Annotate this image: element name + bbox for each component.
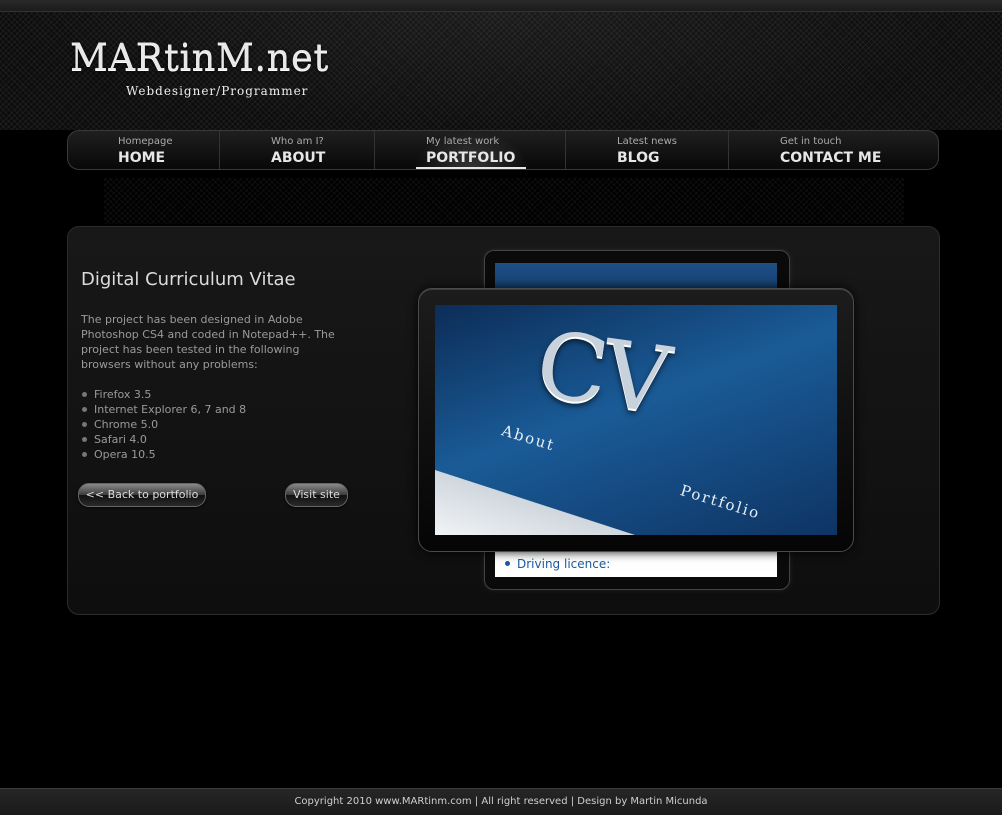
preview-cv-logo: CV — [530, 310, 673, 435]
preview-about-label: About — [499, 421, 558, 455]
nav-item-contact-caption: Get in touch — [780, 136, 842, 147]
nav-item-about-label: ABOUT — [271, 150, 326, 166]
preview-device-front[interactable]: CV About Portfolio — [418, 288, 854, 552]
nav-item-portfolio[interactable]: My latest work PORTFOLIO — [375, 131, 565, 169]
nav-item-blog[interactable]: Latest news BLOG — [566, 131, 728, 169]
nav-item-portfolio-label: PORTFOLIO — [426, 150, 516, 166]
main-nav: Homepage HOME Who am I? ABOUT My latest … — [67, 130, 939, 170]
site-logo[interactable]: MARtinM.net Webdesigner/Programmer — [70, 36, 329, 99]
footer-text: Copyright 2010 www.MARtinm.com | All rig… — [294, 796, 708, 807]
nav-item-contact[interactable]: Get in touch CONTACT ME — [729, 131, 938, 169]
browser-list: Firefox 3.5 Internet Explorer 6, 7 and 8… — [81, 387, 246, 462]
nav-item-about[interactable]: Who am I? ABOUT — [220, 131, 374, 169]
list-item: Firefox 3.5 — [81, 387, 246, 402]
preview-portfolio-label: Portfolio — [678, 481, 763, 523]
top-strip — [0, 0, 1002, 12]
back-to-portfolio-button[interactable]: << Back to portfolio — [78, 483, 206, 507]
decorative-band — [104, 178, 904, 224]
visit-site-button[interactable]: Visit site — [285, 483, 348, 507]
footer: Copyright 2010 www.MARtinm.com | All rig… — [0, 788, 1002, 815]
nav-item-home-label: HOME — [118, 150, 166, 166]
list-item: Internet Explorer 6, 7 and 8 — [81, 402, 246, 417]
list-item: Chrome 5.0 — [81, 417, 246, 432]
nav-active-underline — [416, 167, 526, 169]
preview-screen: CV About Portfolio — [435, 305, 837, 535]
preview-screen-page — [435, 470, 837, 535]
nav-item-portfolio-caption: My latest work — [426, 136, 500, 147]
nav-item-home[interactable]: Homepage HOME — [68, 131, 219, 169]
header: MARtinM.net Webdesigner/Programmer — [0, 12, 1002, 130]
bullet-icon — [505, 561, 510, 566]
project-title: Digital Curriculum Vitae — [81, 269, 296, 290]
nav-item-blog-caption: Latest news — [617, 136, 677, 147]
logo-subtitle: Webdesigner/Programmer — [126, 84, 309, 98]
nav-item-about-caption: Who am I? — [271, 136, 324, 147]
list-item: Safari 4.0 — [81, 432, 246, 447]
logo-title: MARtinM.net — [70, 36, 329, 79]
nav-item-home-caption: Homepage — [118, 136, 173, 147]
preview-driving-label: Driving licence: — [517, 557, 611, 571]
nav-item-blog-label: BLOG — [617, 150, 660, 166]
project-description: The project has been designed in Adobe P… — [81, 313, 335, 371]
list-item: Opera 10.5 — [81, 447, 246, 462]
nav-item-contact-label: CONTACT ME — [780, 150, 882, 166]
